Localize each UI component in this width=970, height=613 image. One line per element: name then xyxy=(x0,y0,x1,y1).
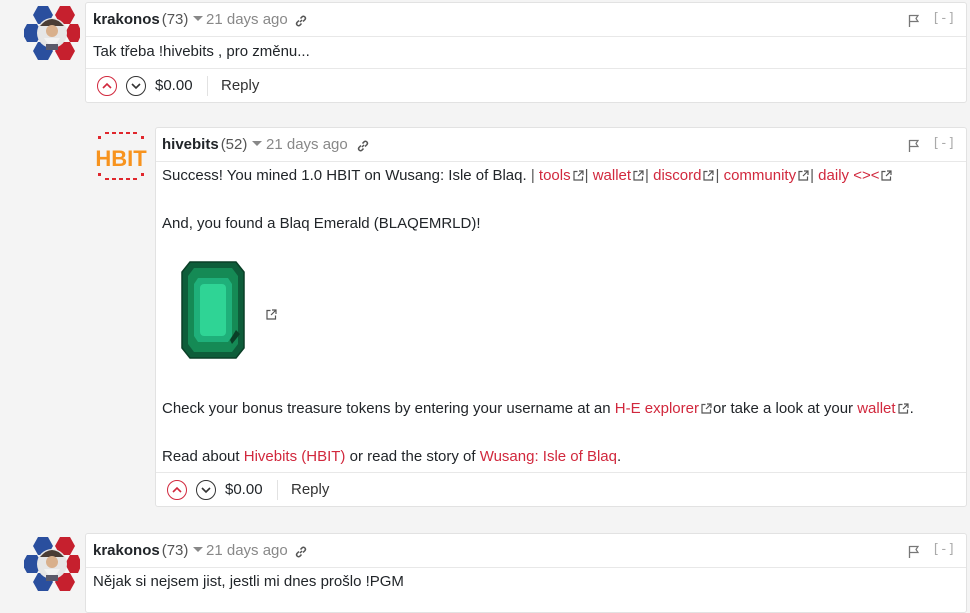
message-text: or take a look at your xyxy=(712,400,854,417)
emerald-message: And, you found a Blaq Emerald (BLAQEMRLD… xyxy=(162,215,481,232)
divider: | xyxy=(810,167,814,184)
payout-value[interactable]: $0.00 xyxy=(225,481,263,498)
tools-link[interactable]: tools xyxy=(539,167,571,184)
message-text: Check your bonus treasure tokens by ente… xyxy=(162,400,611,417)
hivebits-link[interactable]: Hivebits (HBIT) xyxy=(244,448,346,465)
reputation: (73) xyxy=(161,542,189,559)
downvote-button[interactable] xyxy=(126,76,146,96)
author-label[interactable]: hivebits xyxy=(162,136,219,153)
mining-message: Success! You mined 1.0 HBIT on Wusang: I… xyxy=(162,166,893,186)
external-link-icon xyxy=(573,170,584,181)
story-message: Read about Hivebits (HBIT) or read the s… xyxy=(162,447,621,467)
wusang-link[interactable]: Wusang: Isle of Blaq xyxy=(480,448,617,465)
he-explorer-link[interactable]: H-E explorer xyxy=(615,400,699,417)
divider: | xyxy=(530,167,535,184)
message-text: Success! You mined 1.0 HBIT on Wusang: I… xyxy=(162,167,527,184)
collapse-toggle[interactable]: [-] xyxy=(932,136,955,151)
reputation: (73) xyxy=(161,11,189,28)
comment-header: krakonos (73) 21 days ago [-] xyxy=(86,534,966,568)
flag-icon[interactable] xyxy=(908,545,920,558)
community-link[interactable]: community xyxy=(724,167,797,184)
payout-value[interactable]: $0.00 xyxy=(155,77,193,94)
external-link-icon xyxy=(881,170,893,181)
timestamp[interactable]: 21 days ago xyxy=(206,542,288,559)
chevron-down-icon[interactable] xyxy=(252,141,263,146)
divider: | xyxy=(584,167,589,184)
comment-card: krakonos (73) 21 days ago [-] Tak třeba !… xyxy=(85,2,967,103)
reputation: (52) xyxy=(220,136,248,153)
chevron-down-icon[interactable] xyxy=(193,547,204,552)
discord-link[interactable]: discord xyxy=(653,167,701,184)
external-link-icon[interactable] xyxy=(266,309,277,320)
chevron-up-icon xyxy=(172,486,182,493)
author-name[interactable]: krakonos (73) xyxy=(93,542,204,559)
upvote-button[interactable] xyxy=(97,76,117,96)
timestamp[interactable]: 21 days ago xyxy=(266,136,348,153)
avatar-krakonos[interactable] xyxy=(22,4,82,60)
external-link-icon xyxy=(633,170,644,181)
external-link-icon xyxy=(897,403,909,414)
author-name[interactable]: hivebits (52) xyxy=(162,136,263,153)
divider: | xyxy=(645,167,649,184)
author-name[interactable]: krakonos (73) xyxy=(93,11,204,28)
comment-header: krakonos (73) 21 days ago [-] xyxy=(86,3,966,37)
comment-footer: $0.00 Reply xyxy=(86,68,966,102)
divider xyxy=(277,480,278,500)
chevron-down-icon xyxy=(131,83,141,90)
chevron-down-icon[interactable] xyxy=(193,16,204,21)
chevron-up-icon xyxy=(102,82,112,89)
daily-link[interactable]: daily <>< xyxy=(818,167,879,184)
author-label[interactable]: krakonos xyxy=(93,542,160,559)
reply-button[interactable]: Reply xyxy=(221,77,259,94)
wallet-link[interactable]: wallet xyxy=(857,400,895,417)
permalink-icon[interactable] xyxy=(356,139,370,153)
external-link-icon xyxy=(703,170,715,181)
comment-card: hivebits (52) 21 days ago [-] Success! Yo… xyxy=(155,127,967,507)
message-text: Read about xyxy=(162,448,240,465)
permalink-icon[interactable] xyxy=(294,14,308,28)
hbit-logo-text: HBIT xyxy=(95,146,147,171)
comment-body: Tak třeba !hivebits , pro změnu... xyxy=(93,43,310,60)
treasure-message: Check your bonus treasure tokens by ente… xyxy=(162,399,914,419)
message-text: . xyxy=(909,400,914,417)
collapse-toggle[interactable]: [-] xyxy=(932,542,955,557)
author-label[interactable]: krakonos xyxy=(93,11,160,28)
chevron-down-icon xyxy=(201,487,211,494)
emerald-image[interactable] xyxy=(178,260,248,360)
divider: | xyxy=(715,167,720,184)
message-text: or read the story of xyxy=(349,448,476,465)
external-link-icon xyxy=(701,403,712,414)
external-link-icon xyxy=(798,170,809,181)
comment-footer: $0.00 Reply xyxy=(156,472,966,506)
timestamp[interactable]: 21 days ago xyxy=(206,11,288,28)
avatar-hivebits[interactable]: HBIT xyxy=(93,130,149,186)
comment-card: krakonos (73) 21 days ago [-] Nějak si ne… xyxy=(85,533,967,613)
comment-header: hivebits (52) 21 days ago [-] xyxy=(156,128,966,162)
collapse-toggle[interactable]: [-] xyxy=(932,11,955,26)
permalink-icon[interactable] xyxy=(294,545,308,559)
flag-icon[interactable] xyxy=(908,14,920,27)
downvote-button[interactable] xyxy=(196,480,216,500)
flag-icon[interactable] xyxy=(908,139,920,152)
message-text: . xyxy=(617,448,622,465)
wallet-link[interactable]: wallet xyxy=(593,167,631,184)
divider xyxy=(207,76,208,96)
avatar-krakonos[interactable] xyxy=(22,535,82,591)
upvote-button[interactable] xyxy=(167,480,187,500)
reply-button[interactable]: Reply xyxy=(291,481,329,498)
comment-body: Nějak si nejsem jist, jestli mi dnes pro… xyxy=(93,573,404,590)
